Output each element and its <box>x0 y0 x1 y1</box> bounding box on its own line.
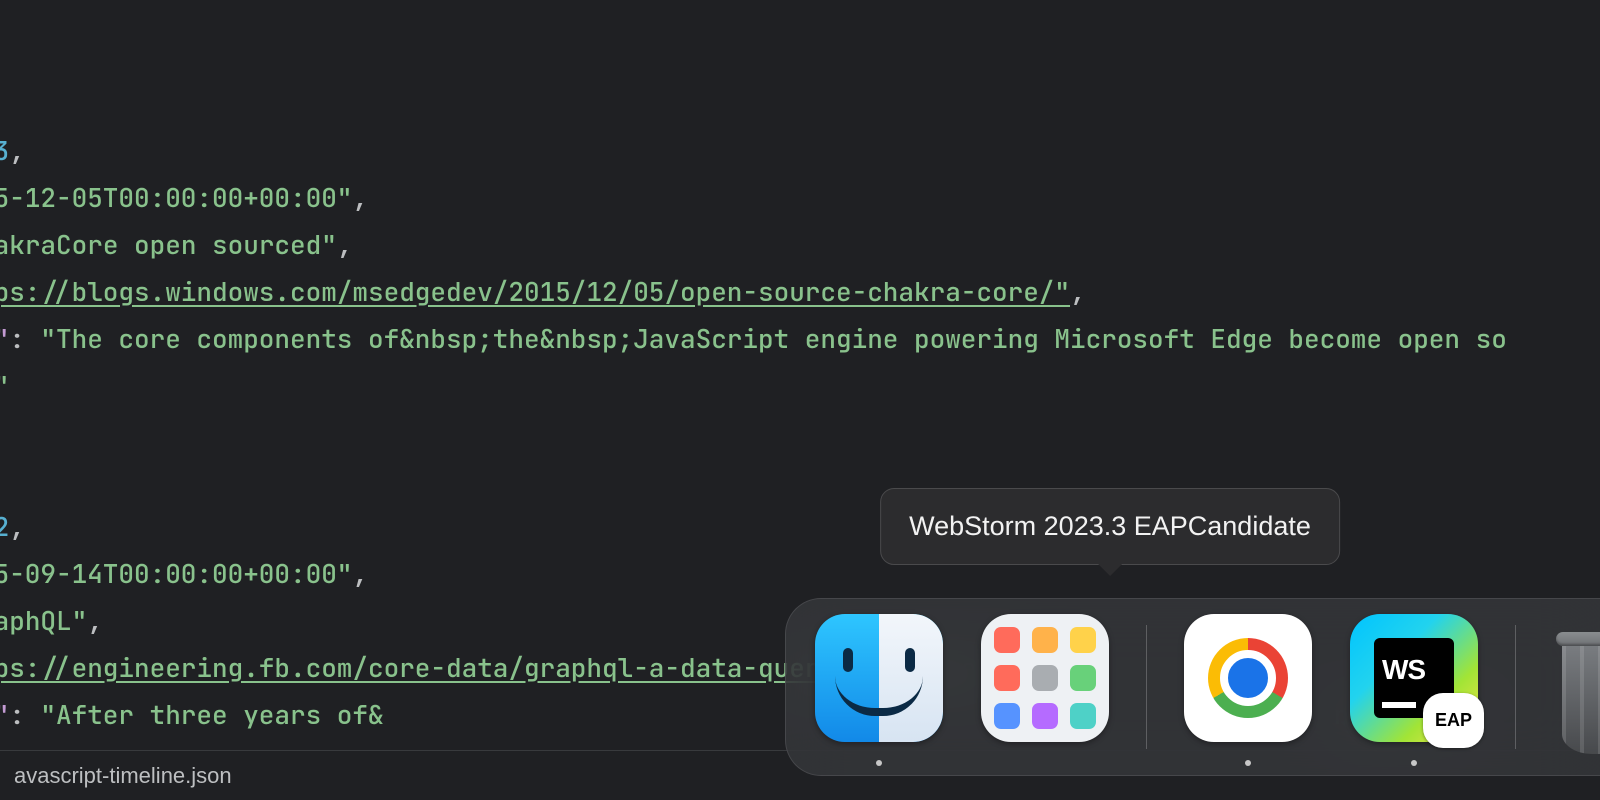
comma: , <box>352 180 368 215</box>
json-string: "" <box>0 368 9 403</box>
file-tab-label: avascript-timeline.json <box>14 752 232 799</box>
eap-badge: EAP <box>1423 693 1484 748</box>
running-indicator-dot <box>1245 760 1251 766</box>
dock-separator <box>1146 625 1147 749</box>
colon: : <box>9 321 40 356</box>
dock-separator <box>1515 625 1516 749</box>
json-key: iption" <box>0 697 9 732</box>
comma: , <box>1070 274 1086 309</box>
dock-item-trash[interactable] <box>1552 598 1600 776</box>
tooltip-text: WebStorm 2023.3 EAPCandidate <box>909 511 1311 541</box>
json-string: "The core components of&nbsp;the&nbsp;Ja… <box>40 321 1506 356</box>
json-string: "GraphQL" <box>0 603 87 638</box>
webstorm-icon: WS EAP <box>1350 614 1478 742</box>
dock-item-finder[interactable] <box>814 598 944 776</box>
dock-item-chrome[interactable] <box>1183 598 1313 776</box>
dock-item-webstorm[interactable]: WS EAP <box>1349 598 1479 776</box>
running-indicator-dot <box>1411 760 1417 766</box>
json-key: iption" <box>0 321 9 356</box>
json-number: 3 <box>0 133 9 168</box>
comma: , <box>337 227 353 262</box>
comma: , <box>9 133 25 168</box>
chrome-icon <box>1184 614 1312 742</box>
trash-icon <box>1552 626 1600 754</box>
webstorm-icon-label: WS <box>1382 646 1425 693</box>
file-tab[interactable]: avascript-timeline.json <box>0 751 246 800</box>
json-string: "2015-12-05T00:00:00+00:00" <box>0 180 352 215</box>
dock: WS EAP <box>785 598 1600 776</box>
dock-tooltip: WebStorm 2023.3 EAPCandidate <box>880 488 1340 565</box>
running-indicator-dot <box>876 760 882 766</box>
json-string: "ChakraCore open sourced" <box>0 227 337 262</box>
dock-item-launchpad[interactable] <box>980 598 1110 776</box>
json-url[interactable]: "https://blogs.windows.com/msedgedev/201… <box>0 274 1070 309</box>
launchpad-icon <box>981 614 1109 742</box>
json-number: 2 <box>0 509 9 544</box>
json-string: "2015-09-14T00:00:00+00:00" <box>0 556 352 591</box>
comma: , <box>9 509 25 544</box>
comma: , <box>87 603 103 638</box>
finder-icon <box>815 614 943 742</box>
comma: , <box>352 556 368 591</box>
json-string: "After three years of& <box>40 697 383 732</box>
colon: : <box>9 697 40 732</box>
